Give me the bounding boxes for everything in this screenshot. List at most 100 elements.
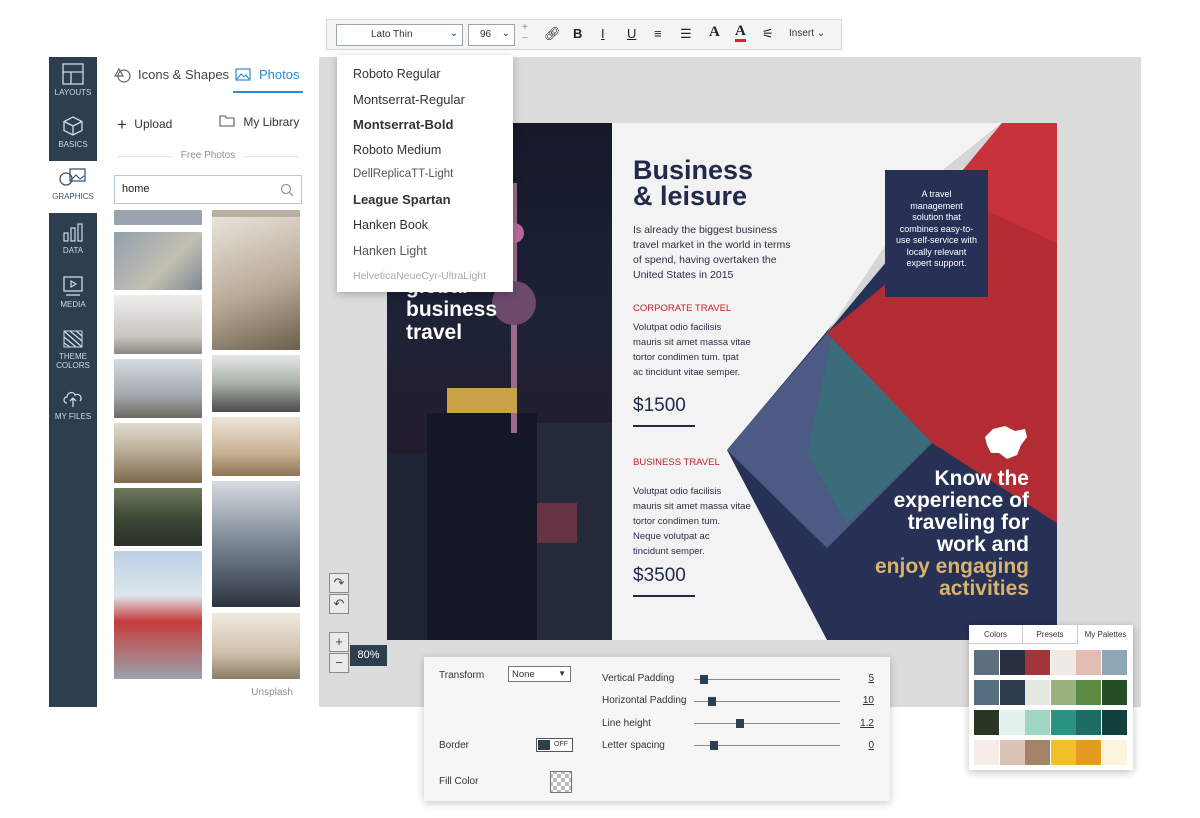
palette-swatch[interactable]	[974, 740, 999, 765]
palette-swatch[interactable]	[1101, 680, 1127, 705]
tab-my-palettes[interactable]: My Palettes	[1078, 625, 1133, 644]
photo-thumbnail[interactable]	[212, 613, 300, 679]
headline[interactable]: Know the experience of traveling for wor…	[875, 468, 1029, 600]
slider-knob[interactable]	[736, 719, 744, 728]
palette-swatch[interactable]	[1101, 740, 1127, 765]
palette-swatch[interactable]	[1076, 650, 1101, 675]
font-option[interactable]: Montserrat-Regular	[353, 92, 465, 107]
insert-menu[interactable]: Insert ⌄	[789, 28, 825, 39]
toggle-label: OFF	[554, 741, 568, 748]
photo-thumbnail[interactable]	[114, 359, 202, 418]
underline-u-icon[interactable]: U	[627, 26, 636, 41]
tab-photos[interactable]: Photos	[259, 67, 299, 82]
vertical-padding-slider[interactable]	[694, 675, 840, 684]
palette-swatch[interactable]	[1050, 650, 1076, 675]
tab-icons-shapes[interactable]: Icons & Shapes	[138, 67, 229, 82]
photo-thumbnail[interactable]	[212, 417, 300, 476]
palette-swatch[interactable]	[999, 740, 1025, 765]
font-option[interactable]: Montserrat-Bold	[353, 117, 453, 132]
photo-thumbnail[interactable]	[114, 551, 202, 679]
tab-presets[interactable]: Presets	[1023, 625, 1078, 644]
align-justify-icon[interactable]: ≡	[654, 26, 662, 41]
font-option[interactable]: DellReplicaTT-Light	[353, 168, 453, 180]
font-option[interactable]: HelveticaNeueCyr-UltraLight	[353, 270, 486, 282]
transform-select[interactable]: None ▼	[508, 666, 571, 682]
line-height-value[interactable]: 1.2	[854, 718, 874, 729]
palette-swatch[interactable]	[999, 680, 1025, 705]
minus-icon[interactable]: −	[522, 33, 528, 44]
search-icon[interactable]	[280, 183, 294, 197]
palette-swatch[interactable]	[974, 710, 999, 735]
undo-button[interactable]: ↶	[329, 594, 349, 614]
palette-swatch[interactable]	[1076, 740, 1101, 765]
cube-icon	[63, 116, 83, 136]
fill-color-swatch[interactable]	[550, 771, 572, 793]
photo-thumbnail[interactable]	[114, 232, 202, 290]
horizontal-padding-slider[interactable]	[694, 697, 840, 706]
photo-thumbnail[interactable]	[212, 355, 300, 412]
sidebar-item-data[interactable]: DATA	[49, 215, 97, 267]
photo-thumbnail[interactable]	[114, 295, 202, 354]
photo-thumbnail[interactable]	[114, 423, 202, 483]
palette-swatch[interactable]	[1025, 740, 1050, 765]
palette-swatch[interactable]	[1076, 680, 1101, 705]
palette-swatch[interactable]	[1050, 740, 1076, 765]
sidebar-item-my-files[interactable]: MY FILES	[49, 381, 97, 433]
font-size-select[interactable]: 96 ⌄	[468, 24, 515, 46]
palette-swatch[interactable]	[1101, 710, 1127, 735]
plus-icon[interactable]: +	[522, 22, 528, 33]
line-height-slider[interactable]	[694, 719, 840, 728]
sidebar-item-graphics[interactable]: GRAPHICS	[49, 161, 97, 213]
letter-spacing-value[interactable]: 0	[854, 740, 874, 751]
horizontal-padding-value[interactable]: 10	[854, 695, 874, 706]
palette-swatch[interactable]	[1050, 710, 1076, 735]
slider-knob[interactable]	[708, 697, 716, 706]
photo-thumbnail[interactable]	[212, 481, 300, 607]
text-color-icon[interactable]: A	[735, 23, 746, 42]
palette-swatch[interactable]	[999, 710, 1025, 735]
font-option[interactable]: Hanken Light	[353, 244, 427, 258]
photo-thumbnail[interactable]	[212, 217, 300, 350]
text-style-icon[interactable]: A	[709, 24, 720, 41]
photo-credit[interactable]: Unsplash	[251, 687, 293, 698]
slider-knob[interactable]	[700, 675, 708, 684]
palette-swatch[interactable]	[974, 680, 999, 705]
my-library-button[interactable]: My Library	[219, 113, 299, 129]
palette-swatch[interactable]	[1025, 710, 1050, 735]
palette-swatch[interactable]	[1025, 650, 1050, 675]
callout-box[interactable]: A travel management solution that combin…	[885, 170, 988, 297]
underline-icon[interactable]: I	[601, 26, 605, 41]
palette-swatch[interactable]	[1076, 710, 1101, 735]
sidebar-item-media[interactable]: MEDIA	[49, 269, 97, 321]
zoom-in-button[interactable]: +	[329, 632, 349, 652]
upload-button[interactable]: + Upload	[117, 113, 172, 134]
palette-swatch[interactable]	[1050, 680, 1076, 705]
palette-swatch[interactable]	[1101, 650, 1127, 675]
sliders-icon[interactable]: ⚟	[762, 26, 774, 42]
photo-thumbnail[interactable]	[114, 488, 202, 546]
search-input[interactable]: home	[114, 175, 302, 204]
border-toggle[interactable]: OFF	[536, 738, 573, 752]
palette-swatch[interactable]	[999, 650, 1025, 675]
zoom-out-button[interactable]: −	[329, 653, 349, 673]
photo-thumbnail[interactable]	[114, 210, 202, 225]
size-stepper[interactable]: + −	[522, 22, 528, 44]
link-icon[interactable]: 🔗︎	[544, 26, 561, 42]
font-option[interactable]: Roboto Medium	[353, 143, 441, 157]
palette-swatch[interactable]	[1025, 680, 1050, 705]
bold-icon[interactable]: B	[573, 26, 582, 41]
font-option[interactable]: Roboto Regular	[353, 67, 441, 81]
letter-spacing-slider[interactable]	[694, 741, 840, 750]
palette-swatch[interactable]	[974, 650, 999, 675]
slider-knob[interactable]	[710, 741, 718, 750]
font-option[interactable]: League Spartan	[353, 192, 451, 207]
sidebar-item-theme-colors[interactable]: THEME COLORS	[49, 321, 97, 379]
vertical-padding-value[interactable]: 5	[854, 673, 874, 684]
font-option[interactable]: Hanken Book	[353, 218, 428, 232]
tab-colors[interactable]: Colors	[969, 625, 1023, 644]
font-family-select[interactable]: Lato Thin ⌄	[336, 24, 463, 46]
sidebar-item-basics[interactable]: BASICS	[49, 109, 97, 161]
list-icon[interactable]: ☰	[680, 26, 692, 42]
redo-button[interactable]: ↷	[329, 573, 349, 593]
sidebar-item-layouts[interactable]: LAYOUTS	[49, 57, 97, 109]
